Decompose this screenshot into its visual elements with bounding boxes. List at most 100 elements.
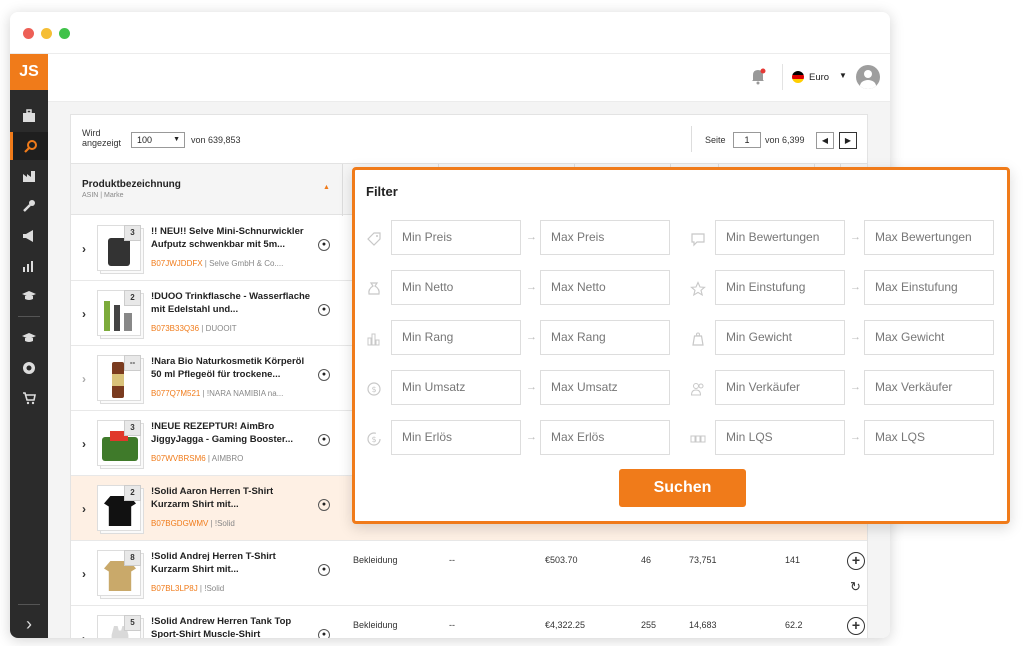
expand-row-icon[interactable]: ›: [82, 437, 86, 451]
min-reviews-input[interactable]: Min Bewertungen: [715, 220, 845, 255]
product-image[interactable]: 3: [97, 420, 141, 466]
next-page-button[interactable]: ▶: [839, 132, 857, 149]
product-name[interactable]: !Solid Aaron Herren T-Shirt Kurzarm Shir…: [151, 485, 311, 511]
expand-row-icon[interactable]: ›: [82, 372, 86, 386]
asin-link[interactable]: B077Q7M521: [151, 389, 200, 398]
sidebar-item-analytics[interactable]: [10, 252, 48, 280]
product-name[interactable]: !Solid Andrej Herren T-Shirt Kurzarm Shi…: [151, 550, 311, 576]
asin-link[interactable]: B07WVBRSM6: [151, 454, 206, 463]
variant-count-badge: 2: [124, 290, 141, 306]
js-logo[interactable]: JS: [10, 54, 48, 90]
add-product-icon[interactable]: +: [847, 617, 865, 635]
product-info-icon[interactable]: ●: [318, 499, 330, 511]
avatar[interactable]: [856, 65, 880, 89]
asin-link[interactable]: B073B33Q36: [151, 324, 199, 333]
currency-select[interactable]: Euro: [809, 72, 829, 83]
min-weight-input[interactable]: Min Gewicht: [715, 320, 845, 355]
comment-icon: [691, 233, 705, 247]
search-submit-button[interactable]: Suchen: [619, 469, 746, 507]
category-cell: Bekleidung: [353, 555, 398, 565]
max-net-input[interactable]: Max Netto: [540, 270, 670, 305]
max-rank-input[interactable]: Max Rang: [540, 320, 670, 355]
expand-row-icon[interactable]: ›: [82, 307, 86, 321]
max-sellers-input[interactable]: Max Verkäufer: [864, 370, 994, 405]
svg-text:$: $: [371, 385, 376, 394]
max-price-input[interactable]: Max Preis: [540, 220, 670, 255]
max-revenue-input[interactable]: Max Erlös: [540, 420, 670, 455]
max-rating-input[interactable]: Max Einstufung: [864, 270, 994, 305]
brand: | Selve GmbH & Co....: [202, 259, 284, 268]
product-name[interactable]: !NEUE REZEPTUR! AimBro JiggyJagga - Gami…: [151, 420, 311, 446]
max-weight-input[interactable]: Max Gewicht: [864, 320, 994, 355]
product-info-icon[interactable]: ●: [318, 239, 330, 251]
product-name[interactable]: !DUOO Trinkflasche - Wasserflache mit Ed…: [151, 290, 311, 316]
variant-count-badge: 5: [124, 615, 141, 631]
min-lqs-input[interactable]: Min LQS: [715, 420, 845, 455]
min-rank-input[interactable]: Min Rang: [391, 320, 521, 355]
product-image[interactable]: 2: [97, 290, 141, 336]
sidebar-item-academy[interactable]: [10, 282, 48, 310]
revenue-cell: €503.70: [545, 555, 578, 565]
max-lqs-input[interactable]: Max LQS: [864, 420, 994, 455]
close-window-dot[interactable]: [23, 28, 34, 39]
money-bag-icon: [368, 282, 380, 295]
product-name[interactable]: !! NEU!! Selve Mini-Schnurwickler Aufput…: [151, 225, 311, 251]
prev-page-button[interactable]: ◀: [816, 132, 834, 149]
product-info-icon[interactable]: ●: [318, 434, 330, 446]
min-sellers-input[interactable]: Min Verkäufer: [715, 370, 845, 405]
variant-count-badge: 2: [124, 485, 141, 501]
min-rating-input[interactable]: Min Einstufung: [715, 270, 845, 305]
sidebar-item-keywords[interactable]: [10, 192, 48, 220]
bell-icon[interactable]: [750, 68, 766, 85]
sort-asc-icon[interactable]: ▲: [323, 184, 330, 191]
sidebar-item-shop[interactable]: [10, 384, 48, 412]
col-product-header[interactable]: Produktbezeichnung: [82, 179, 181, 190]
sidebar-item-chrome[interactable]: [10, 354, 48, 382]
table-row[interactable]: › 8 !Solid Andrej Herren T-Shirt Kurzarm…: [71, 541, 867, 606]
asin-link[interactable]: B07JWJDDFX: [151, 259, 203, 268]
product-info-icon[interactable]: ●: [318, 369, 330, 381]
page-size-select[interactable]: 100 ▼: [131, 132, 185, 148]
asin-link[interactable]: B07BGDGWMV: [151, 519, 208, 528]
arrow-right-icon: →: [850, 331, 861, 343]
sidebar-item-marketing[interactable]: [10, 222, 48, 250]
asin-link[interactable]: B07BL3LP8J: [151, 584, 198, 593]
product-image[interactable]: --: [97, 355, 141, 401]
chevron-down-icon[interactable]: ▼: [839, 71, 847, 80]
product-image[interactable]: 2: [97, 485, 141, 531]
sellers-icon: [690, 383, 704, 396]
product-info-icon[interactable]: ●: [318, 629, 330, 638]
sidebar-item-dashboard[interactable]: [10, 102, 48, 130]
min-net-input[interactable]: Min Netto: [391, 270, 521, 305]
expand-row-icon[interactable]: ›: [82, 632, 86, 638]
sidebar-item-training[interactable]: [10, 324, 48, 352]
sidebar-item-supplier[interactable]: [10, 162, 48, 190]
page-number-input[interactable]: 1: [733, 132, 761, 148]
arrow-right-icon: →: [850, 231, 861, 243]
max-reviews-input[interactable]: Max Bewertungen: [864, 220, 994, 255]
product-image[interactable]: 8: [97, 550, 141, 596]
product-image[interactable]: 3: [97, 225, 141, 271]
expand-sidebar-icon[interactable]: ›: [10, 610, 48, 638]
min-price-input[interactable]: Min Preis: [391, 220, 521, 255]
table-row[interactable]: › 5 !Solid Andrew Herren Tank Top Sport-…: [71, 606, 867, 638]
refresh-icon[interactable]: ↻: [850, 579, 861, 595]
product-image[interactable]: 5: [97, 615, 141, 638]
min-sales-input[interactable]: Min Umsatz: [391, 370, 521, 405]
min-revenue-input[interactable]: Min Erlös: [391, 420, 521, 455]
expand-row-icon[interactable]: ›: [82, 502, 86, 516]
sidebar-item-product-database[interactable]: [10, 132, 48, 160]
minimize-window-dot[interactable]: [41, 28, 52, 39]
maximize-window-dot[interactable]: [59, 28, 70, 39]
brand: | !NARA NAMIBIA na...: [200, 389, 284, 398]
product-name[interactable]: !Nara Bio Naturkosmetik Körperöl 50 ml P…: [151, 355, 311, 381]
add-product-icon[interactable]: +: [847, 552, 865, 570]
product-info-icon[interactable]: ●: [318, 304, 330, 316]
product-info-icon[interactable]: ●: [318, 564, 330, 576]
max-sales-input[interactable]: Max Umsatz: [540, 370, 670, 405]
svg-text:$: $: [371, 435, 376, 444]
expand-row-icon[interactable]: ›: [82, 567, 86, 581]
product-name[interactable]: !Solid Andrew Herren Tank Top Sport-Shir…: [151, 615, 311, 638]
expand-row-icon[interactable]: ›: [82, 242, 86, 256]
product-meta: B073B33Q36 | DUOOIT: [151, 324, 237, 333]
